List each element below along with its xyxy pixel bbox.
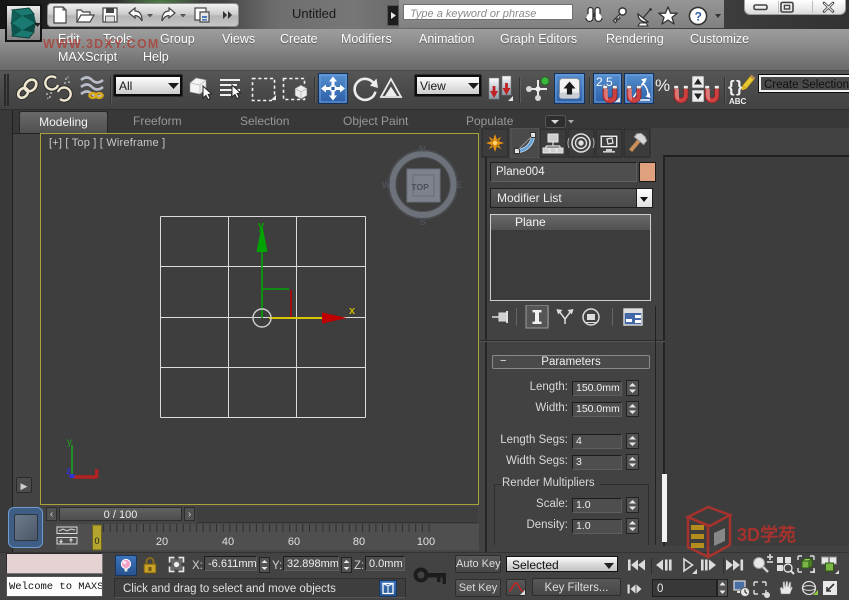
svg-text:100: 100 [417,536,435,548]
svg-text:y: y [67,437,72,448]
svg-text:TOP: TOP [412,182,430,192]
svg-text:0: 0 [657,583,663,595]
svg-text:80: 80 [353,536,365,548]
svg-text:W: W [382,180,391,190]
svg-text:3D学苑: 3D学苑 [737,524,796,545]
svg-text:View: View [420,79,446,93]
svg-text:y: y [258,220,265,232]
svg-text:0: 0 [94,536,99,546]
svg-text:40: 40 [222,536,234,548]
svg-text:All: All [119,79,132,93]
svg-text:x: x [349,305,356,317]
svg-text:ABC: ABC [729,97,747,106]
svg-text:%: % [655,76,670,95]
svg-text:?: ? [695,10,702,24]
svg-text:{: { [728,77,735,96]
svg-text:60: 60 [288,536,300,548]
svg-text:S: S [420,217,426,227]
svg-text:E: E [456,180,462,190]
svg-text:N: N [419,144,426,154]
svg-text:Create Selection S: Create Selection S [764,79,849,91]
svg-text:}: } [736,77,743,96]
svg-text:20: 20 [156,536,168,548]
